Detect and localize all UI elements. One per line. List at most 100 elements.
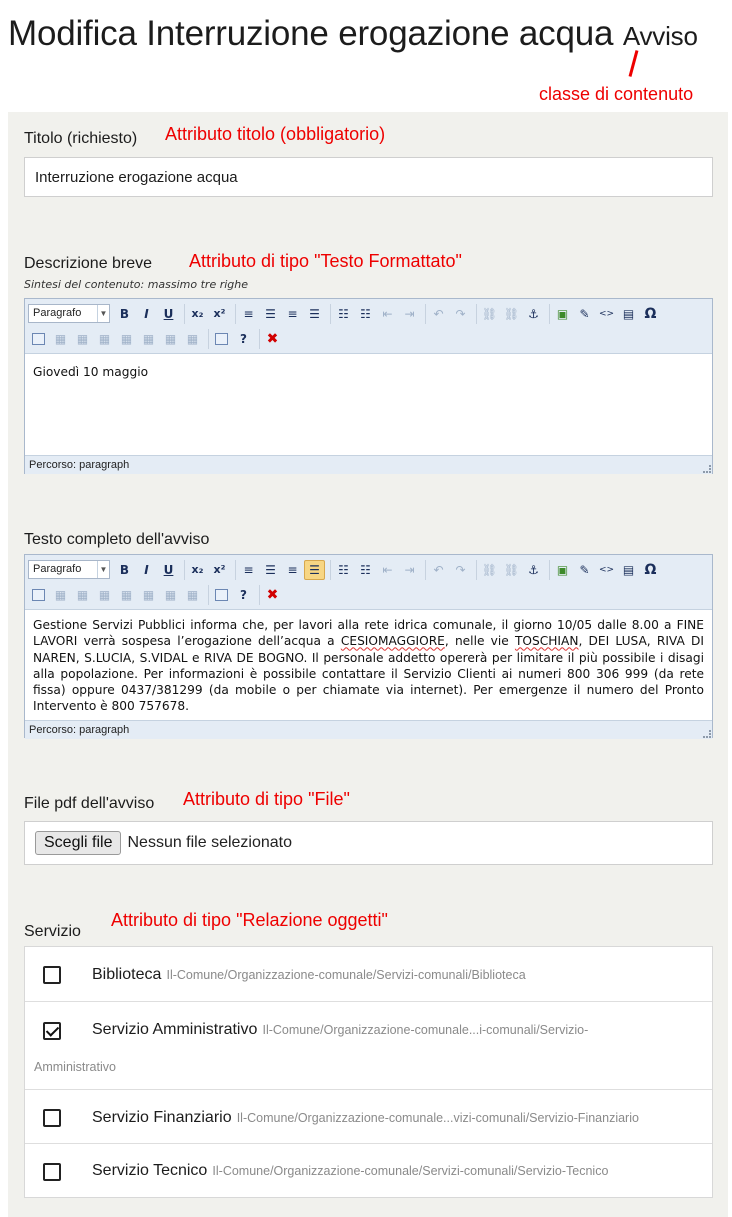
list-item[interactable]: Servizio Finanziario Il-Comune/Organizza… bbox=[25, 1090, 712, 1144]
spellcheck-word: CESIOMAGGIORE bbox=[340, 634, 445, 649]
resize-handle-icon[interactable] bbox=[703, 465, 711, 473]
format-select[interactable]: Paragrafo ▼ bbox=[28, 560, 110, 579]
full-text-label: Testo completo dell'avviso bbox=[24, 531, 210, 548]
special-char-icon[interactable]: Ω bbox=[640, 560, 661, 580]
list-item[interactable]: Biblioteca Il-Comune/Organizzazione-comu… bbox=[25, 947, 712, 1002]
indent-icon[interactable]: ⇥ bbox=[399, 304, 420, 324]
align-left-icon[interactable]: ≡ bbox=[238, 560, 259, 580]
table-split-icon[interactable]: ▦ bbox=[138, 329, 159, 349]
service-label: Servizio bbox=[24, 923, 81, 940]
choose-file-button[interactable]: Scegli file bbox=[35, 831, 122, 855]
anchor-icon[interactable]: ⚓ bbox=[523, 304, 544, 324]
table-row-icon[interactable]: ▦ bbox=[94, 329, 115, 349]
table-props-icon[interactable]: ▦ bbox=[182, 329, 203, 349]
table-insert-icon[interactable] bbox=[28, 585, 49, 605]
numbered-list-icon[interactable]: ☷ bbox=[355, 304, 376, 324]
subscript-icon[interactable]: x₂ bbox=[187, 304, 208, 324]
attachment-icon[interactable]: ✎ bbox=[574, 560, 595, 580]
help-icon[interactable]: ? bbox=[233, 585, 254, 605]
fullscreen-icon[interactable] bbox=[211, 329, 232, 349]
numbered-list-icon[interactable]: ☷ bbox=[355, 560, 376, 580]
underline-icon[interactable]: U bbox=[158, 304, 179, 324]
bullet-list-icon[interactable]: ☷ bbox=[333, 304, 354, 324]
paste-text-icon[interactable]: ▤ bbox=[618, 560, 639, 580]
redo-icon[interactable]: ↷ bbox=[450, 304, 471, 324]
spellcheck-word: TOSCHIAN bbox=[514, 634, 579, 649]
justify-icon[interactable]: ☰ bbox=[304, 304, 325, 324]
table-cell-icon[interactable]: ▦ bbox=[160, 585, 181, 605]
checkbox-biblioteca[interactable] bbox=[43, 966, 61, 984]
editor-path: Percorso: paragraph bbox=[29, 459, 130, 471]
subscript-icon[interactable]: x₂ bbox=[187, 560, 208, 580]
annotation-file: Attributo di tipo "File" bbox=[183, 789, 350, 809]
superscript-icon[interactable]: x² bbox=[209, 560, 230, 580]
annotation-rich-text: Attributo di tipo "Testo Formattato" bbox=[189, 251, 462, 271]
undo-icon[interactable]: ↶ bbox=[428, 304, 449, 324]
delete-icon[interactable]: ✖ bbox=[262, 585, 283, 605]
title-label: Titolo (richiesto) bbox=[24, 130, 138, 147]
align-left-icon[interactable]: ≡ bbox=[238, 304, 259, 324]
table-insert-icon[interactable] bbox=[28, 329, 49, 349]
table-column-icon[interactable]: ▦ bbox=[72, 585, 93, 605]
unlink-icon[interactable]: ⛓ bbox=[501, 560, 522, 580]
short-desc-content[interactable]: Giovedì 10 maggio bbox=[25, 354, 712, 455]
chevron-down-icon: ▼ bbox=[97, 305, 109, 322]
fullscreen-icon[interactable] bbox=[211, 585, 232, 605]
checkbox-servizio-amministrativo[interactable] bbox=[43, 1022, 61, 1040]
link-icon[interactable]: ⛓ bbox=[479, 304, 500, 324]
superscript-icon[interactable]: x² bbox=[209, 304, 230, 324]
table-column-icon[interactable]: ▦ bbox=[72, 329, 93, 349]
image-icon[interactable]: ▣ bbox=[552, 304, 573, 324]
link-icon[interactable]: ⛓ bbox=[479, 560, 500, 580]
short-desc-help: Sintesi del contenuto: massimo tre righe bbox=[24, 278, 249, 291]
anchor-icon[interactable]: ⚓ bbox=[523, 560, 544, 580]
unlink-icon[interactable]: ⛓ bbox=[501, 304, 522, 324]
table-merge-icon[interactable]: ▦ bbox=[116, 585, 137, 605]
table-cell-icon[interactable]: ▦ bbox=[160, 329, 181, 349]
redo-icon[interactable]: ↷ bbox=[450, 560, 471, 580]
checkbox-servizio-finanziario[interactable] bbox=[43, 1109, 61, 1127]
align-center-icon[interactable]: ☰ bbox=[260, 304, 281, 324]
format-select[interactable]: Paragrafo ▼ bbox=[28, 304, 110, 323]
paste-text-icon[interactable]: ▤ bbox=[618, 304, 639, 324]
align-center-icon[interactable]: ☰ bbox=[260, 560, 281, 580]
italic-icon[interactable]: I bbox=[136, 304, 157, 324]
italic-icon[interactable]: I bbox=[136, 560, 157, 580]
align-right-icon[interactable]: ≡ bbox=[282, 560, 303, 580]
code-icon[interactable]: <> bbox=[596, 560, 617, 580]
bullet-list-icon[interactable]: ☷ bbox=[333, 560, 354, 580]
table-row-icon[interactable]: ▦ bbox=[94, 585, 115, 605]
justify-icon[interactable]: ☰ bbox=[304, 559, 325, 580]
special-char-icon[interactable]: Ω bbox=[640, 304, 661, 324]
chevron-down-icon: ▼ bbox=[97, 561, 109, 578]
table-split-icon[interactable]: ▦ bbox=[138, 585, 159, 605]
service-relation-list: Biblioteca Il-Comune/Organizzazione-comu… bbox=[24, 946, 713, 1198]
outdent-icon[interactable]: ⇤ bbox=[377, 304, 398, 324]
image-icon[interactable]: ▣ bbox=[552, 560, 573, 580]
checkbox-servizio-tecnico[interactable] bbox=[43, 1163, 61, 1181]
service-path: Il-Comune/Organizzazione-comunale/Serviz… bbox=[212, 1164, 609, 1178]
delete-icon[interactable]: ✖ bbox=[262, 329, 283, 349]
attachment-icon[interactable]: ✎ bbox=[574, 304, 595, 324]
title-input[interactable]: Interruzione erogazione acqua bbox=[24, 157, 713, 197]
help-icon[interactable]: ? bbox=[233, 329, 254, 349]
undo-icon[interactable]: ↶ bbox=[428, 560, 449, 580]
list-item[interactable]: Servizio Amministrativo Il-Comune/Organi… bbox=[25, 1002, 712, 1090]
list-item[interactable]: Servizio Tecnico Il-Comune/Organizzazion… bbox=[25, 1144, 712, 1197]
code-icon[interactable]: <> bbox=[596, 304, 617, 324]
bold-icon[interactable]: B bbox=[114, 304, 135, 324]
table-props-icon[interactable]: ▦ bbox=[182, 585, 203, 605]
resize-handle-icon[interactable] bbox=[703, 730, 711, 738]
table-insert-glyph bbox=[32, 332, 45, 345]
underline-icon[interactable]: U bbox=[158, 560, 179, 580]
full-text-content[interactable]: Gestione Servizi Pubblici informa che, p… bbox=[25, 610, 712, 720]
table-delete-icon[interactable]: ▦ bbox=[50, 585, 71, 605]
bold-icon[interactable]: B bbox=[114, 560, 135, 580]
service-name: Servizio Tecnico bbox=[92, 1162, 208, 1179]
table-delete-icon[interactable]: ▦ bbox=[50, 329, 71, 349]
table-merge-icon[interactable]: ▦ bbox=[116, 329, 137, 349]
indent-icon[interactable]: ⇥ bbox=[399, 560, 420, 580]
service-name: Servizio Amministrativo bbox=[92, 1021, 258, 1038]
align-right-icon[interactable]: ≡ bbox=[282, 304, 303, 324]
outdent-icon[interactable]: ⇤ bbox=[377, 560, 398, 580]
